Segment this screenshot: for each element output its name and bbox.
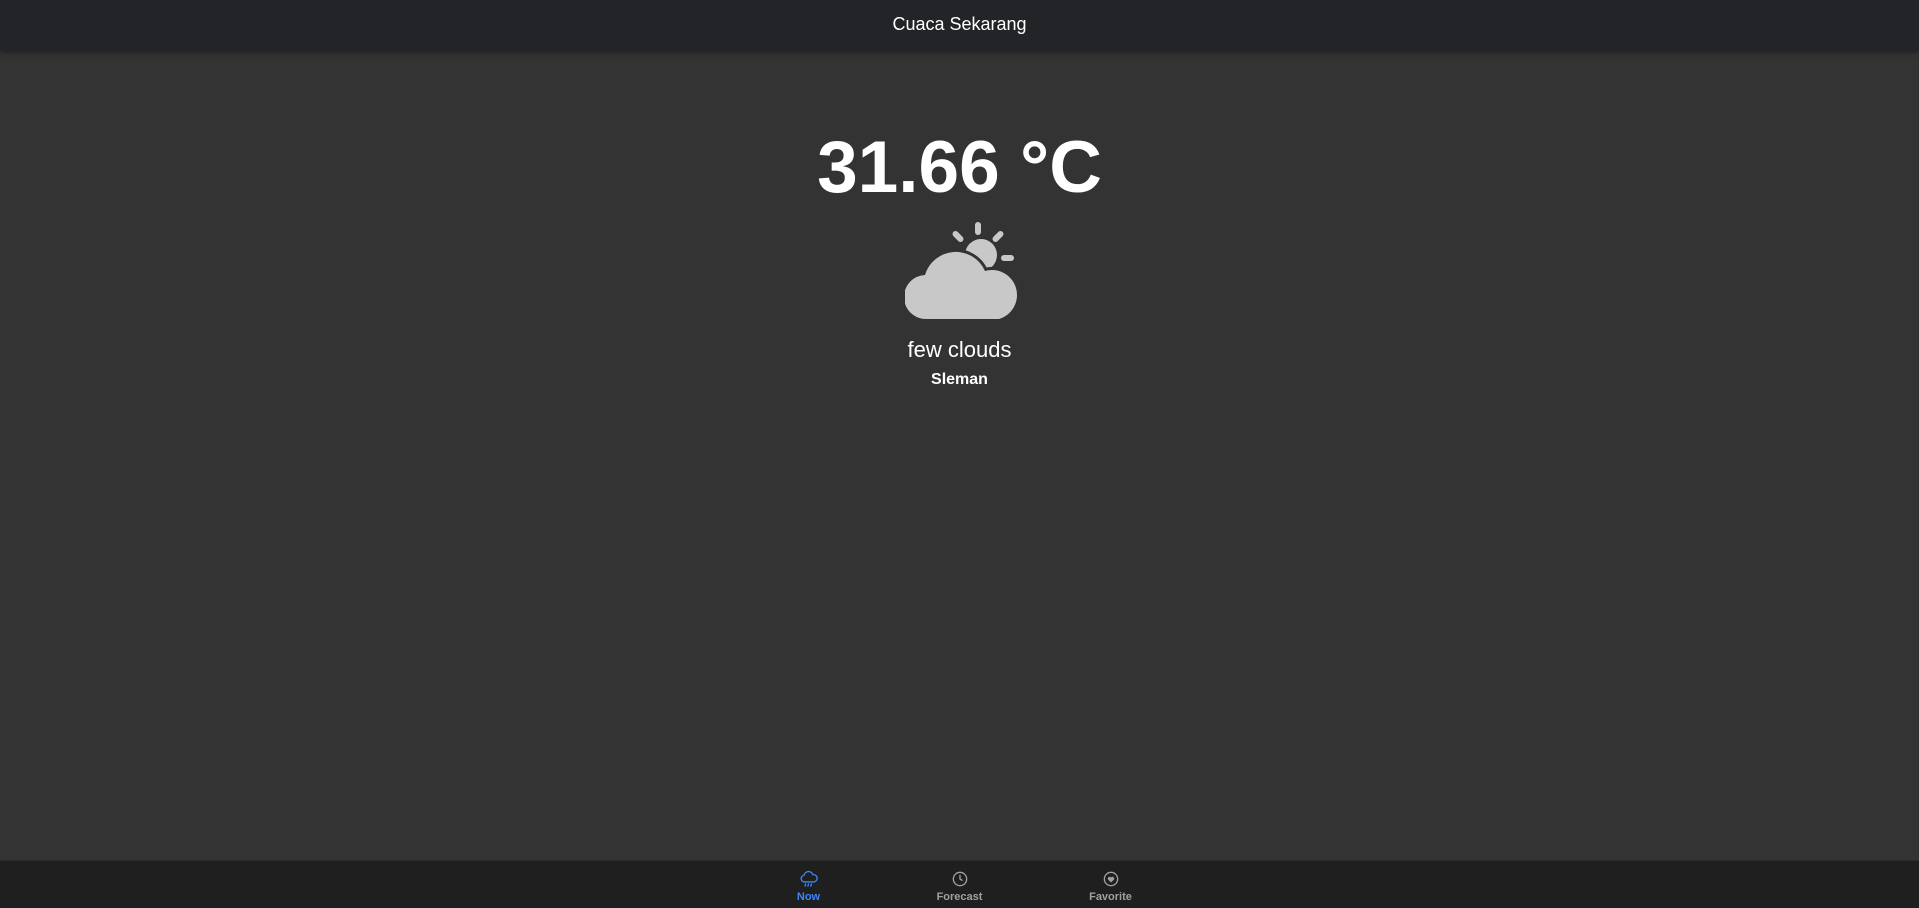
tab-forecast-label: Forecast: [936, 890, 983, 903]
tab-now[interactable]: Now: [733, 861, 884, 908]
app-root: Cuaca Sekarang 31.66 °C few clouds Slema…: [0, 0, 1919, 908]
cloud-rain-icon: [800, 870, 818, 887]
heart-circle-icon: [1103, 871, 1118, 886]
location-name: Sleman: [931, 371, 988, 388]
bottom-tab-bar: Now Forecast Favorite: [0, 860, 1919, 908]
tab-forecast[interactable]: Forecast: [884, 861, 1035, 908]
tab-favorite-label: Favorite: [1089, 890, 1132, 903]
tab-now-label: Now: [796, 890, 821, 903]
tab-favorite[interactable]: Favorite: [1035, 861, 1186, 908]
current-weather-panel: 31.66 °C few clouds Sleman: [0, 51, 1919, 861]
weather-description: few clouds: [907, 337, 1012, 362]
clock-icon: [952, 871, 967, 886]
page-title: Cuaca Sekarang: [892, 14, 1027, 34]
partly-cloudy-day-icon: [904, 222, 1020, 323]
app-header: Cuaca Sekarang: [0, 0, 1919, 51]
temperature-value: 31.66 °C: [817, 127, 1102, 208]
